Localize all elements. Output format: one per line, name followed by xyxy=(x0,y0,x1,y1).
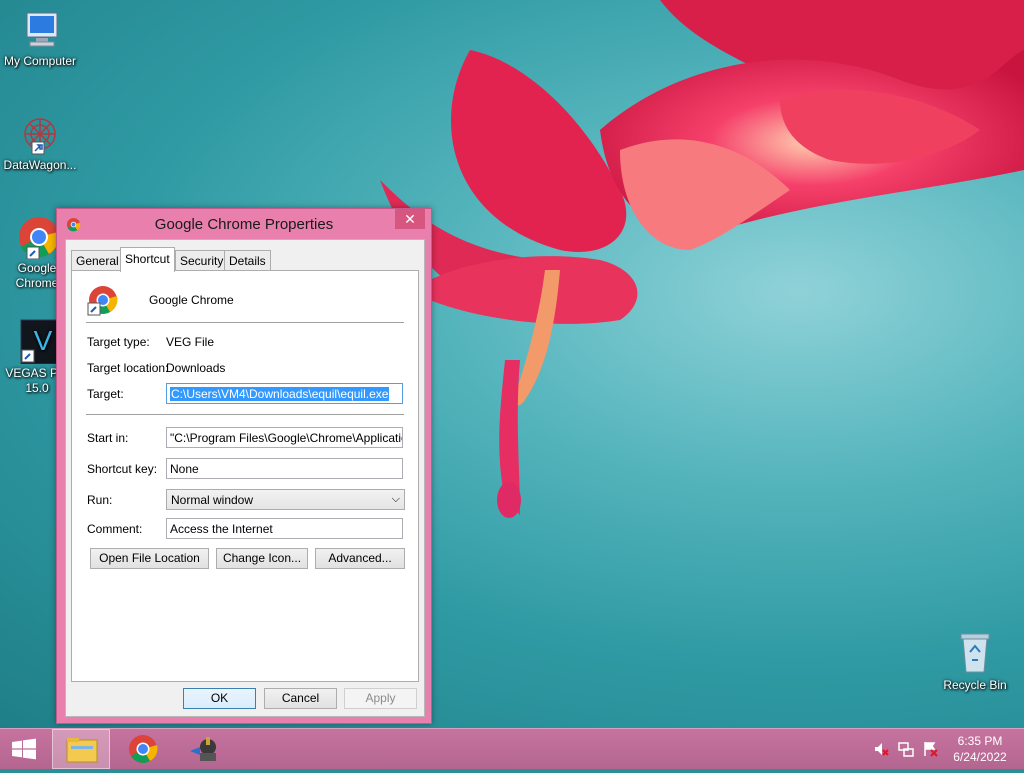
speaker-muted-icon[interactable] xyxy=(873,741,889,757)
chrome-icon xyxy=(19,217,59,259)
divider xyxy=(86,322,404,324)
ok-button[interactable]: OK xyxy=(183,688,256,709)
divider xyxy=(86,414,404,416)
start-in-label: Start in: xyxy=(87,431,129,445)
target-type-label: Target type: xyxy=(87,335,150,349)
folder-icon xyxy=(66,738,98,763)
desktop-icon-recycle-bin[interactable]: Recycle Bin xyxy=(935,630,1015,693)
desktop-icon-my-computer[interactable]: My Computer xyxy=(0,10,80,69)
target-location-value: Downloads xyxy=(166,361,226,375)
apply-button[interactable]: Apply xyxy=(344,688,417,709)
tab-general[interactable]: General xyxy=(71,250,124,271)
chrome-icon xyxy=(66,217,81,232)
chevron-down-icon: ⌵ xyxy=(391,493,400,505)
desktop-icon-label: My Computer xyxy=(3,54,77,68)
shortcut-key-label: Shortcut key: xyxy=(87,462,158,476)
open-file-location-button[interactable]: Open File Location xyxy=(90,548,209,569)
run-label: Run: xyxy=(87,493,113,507)
dialog-title: Google Chrome Properties xyxy=(154,216,334,233)
recycle-bin-icon xyxy=(960,633,990,673)
target-input[interactable]: C:\Users\VM4\Downloads\equil\equil.exe xyxy=(166,383,403,404)
chrome-icon xyxy=(87,286,118,316)
app-icon xyxy=(190,737,216,761)
svg-text:V: V xyxy=(34,325,53,356)
desktop-icon-datawagon[interactable]: DataWagon... xyxy=(0,112,80,173)
change-icon-button[interactable]: Change Icon... xyxy=(216,548,308,569)
shortcut-key-input[interactable]: None xyxy=(166,458,403,479)
desktop-icon-label: DataWagon... xyxy=(3,158,77,172)
taskbar-app[interactable] xyxy=(176,729,234,769)
close-button[interactable]: ✕ xyxy=(395,209,425,229)
dialog-titlebar[interactable]: Google Chrome Properties ✕ xyxy=(57,209,431,239)
comment-label: Comment: xyxy=(87,522,143,536)
tab-details[interactable]: Details xyxy=(224,250,271,271)
windows-logo-icon xyxy=(12,738,36,760)
vegas-pro-icon: V xyxy=(20,319,59,364)
taskbar-file-explorer[interactable] xyxy=(52,729,110,769)
tab-security[interactable]: Security xyxy=(175,250,229,271)
tab-shortcut[interactable]: Shortcut xyxy=(120,247,175,272)
desktop-icon-label: Recycle Bin xyxy=(943,678,1007,692)
network-icon[interactable] xyxy=(898,741,914,757)
cancel-button[interactable]: Cancel xyxy=(264,688,337,709)
target-location-label: Target location: xyxy=(87,361,169,375)
taskbar-clock[interactable]: 6:35 PM 6/24/2022 xyxy=(940,733,1020,765)
taskbar-google-chrome[interactable] xyxy=(114,729,172,769)
close-icon: ✕ xyxy=(404,211,416,227)
chrome-icon xyxy=(129,735,158,763)
datawagon-icon xyxy=(24,118,56,155)
target-label: Target: xyxy=(87,387,124,401)
clock-date: 6/24/2022 xyxy=(953,750,1007,764)
target-input-value: C:\Users\VM4\Downloads\equil\equil.exe xyxy=(170,387,390,401)
run-select[interactable]: Normal window ⌵ xyxy=(166,489,405,510)
shortcut-tab-panel: Google Chrome Target type: VEG File Targ… xyxy=(71,270,419,682)
properties-dialog: Google Chrome Properties ✕ General Short… xyxy=(56,208,432,724)
action-center-flag-icon[interactable] xyxy=(922,741,938,757)
desktop-icon-label: Google Chrome xyxy=(15,261,59,290)
advanced-button[interactable]: Advanced... xyxy=(315,548,405,569)
computer-icon xyxy=(26,12,58,47)
start-in-input[interactable]: "C:\Program Files\Google\Chrome\Applicat… xyxy=(166,427,403,448)
clock-time: 6:35 PM xyxy=(957,734,1003,748)
comment-input[interactable]: Access the Internet xyxy=(166,518,403,539)
run-select-value: Normal window xyxy=(171,493,254,507)
shortcut-name: Google Chrome xyxy=(149,293,234,307)
taskbar: 6:35 PM 6/24/2022 xyxy=(0,728,1024,769)
target-type-value: VEG File xyxy=(166,335,215,349)
start-button[interactable] xyxy=(0,729,48,769)
dialog-client-area: General Shortcut Security Details Google… xyxy=(65,239,425,717)
